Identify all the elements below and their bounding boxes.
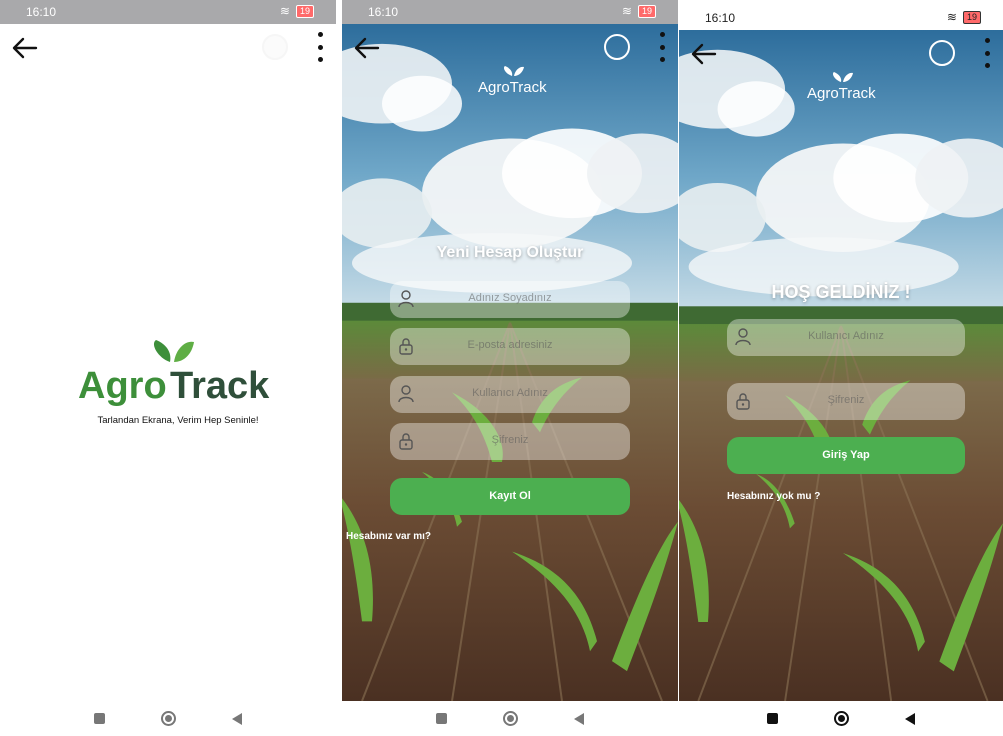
svg-text:AgroTrack: AgroTrack [478,79,547,96]
wifi-icon: ≋ [621,4,632,18]
username-input[interactable]: Kullanıcı Adınız [727,319,965,356]
page-title: HOŞ GELDİNİZ ! [771,282,911,302]
top-app-bar [342,26,678,70]
battery-icon: 19 [962,10,981,24]
field-background-image [679,30,1003,701]
top-app-bar [0,26,336,70]
battery-icon: 19 [637,4,656,18]
password-placeholder: Şifreniz [827,394,865,406]
password-placeholder: Şifreniz [491,434,529,446]
agrotrack-logo: AgroTrack [478,66,547,96]
register-screen: 16:10 ≋ 19 AgroTrack Yeni Hesap Oluştur … [342,0,678,736]
username-placeholder: Kullanıcı Adınız [472,387,548,399]
username-placeholder: Kullanıcı Adınız [808,330,884,342]
screenshot-stage: 16:10 ≋ 19 Agro Track Tarlandan Ekrana, … [0,0,1003,736]
status-icons: ≋ 19 [280,4,314,18]
status-icons: ≋ 19 [947,10,981,24]
top-app-bar [679,32,1003,76]
password-input[interactable]: Şifreniz [390,423,630,460]
status-time: 16:10 [26,5,57,19]
home-icon[interactable] [834,711,849,726]
more-options-icon[interactable] [316,32,324,62]
system-nav-bar [0,701,336,736]
recents-icon[interactable] [767,713,778,724]
agrotrack-logo: Agro Track [78,340,270,407]
login-screen: 16:10 ≋ 19 AgroTrack HOŞ GELDİNİZ ! Kull… [679,0,1003,736]
back-arrow-icon[interactable] [352,34,382,62]
nav-back-icon[interactable] [232,712,242,725]
status-bar: 16:10 ≋ 19 [679,6,1003,30]
wifi-icon: ≋ [946,10,957,24]
login-button[interactable]: Giriş Yap [727,437,965,474]
signup-link[interactable]: Hesabınız yok mu ? [727,491,820,502]
wifi-icon: ≋ [279,4,290,18]
agrotrack-logo: AgroTrack [807,72,876,102]
circle-action-button[interactable] [262,34,288,60]
status-bar: 16:10 ≋ 19 [342,0,678,24]
more-options-icon[interactable] [658,32,666,62]
page-title: Yeni Hesap Oluştur [436,244,584,261]
back-arrow-icon[interactable] [689,40,719,68]
recents-icon[interactable] [94,713,105,724]
tagline: Tarlandan Ekrana, Verim Hep Seninle! [97,415,259,426]
svg-text:Agro: Agro [78,365,167,407]
system-nav-bar [342,701,678,736]
home-icon[interactable] [161,711,176,726]
full-name-input[interactable]: Adınız Soyadınız [390,281,630,318]
more-options-icon[interactable] [983,38,991,68]
status-icons: ≋ 19 [622,4,656,18]
email-placeholder: E-posta adresiniz [467,339,553,351]
email-input[interactable]: E-posta adresiniz [390,328,630,365]
register-button[interactable]: Kayıt Ol [390,478,630,515]
full-name-placeholder: Adınız Soyadınız [468,292,552,304]
nav-back-icon[interactable] [905,712,915,725]
status-time: 16:10 [705,11,736,25]
system-nav-bar [679,701,1003,736]
login-link[interactable]: Hesabınız var mı? [346,531,431,542]
circle-action-button[interactable] [604,34,630,60]
username-input[interactable]: Kullanıcı Adınız [390,376,630,413]
recents-icon[interactable] [436,713,447,724]
home-icon[interactable] [503,711,518,726]
password-input[interactable]: Şifreniz [727,383,965,420]
back-arrow-icon[interactable] [10,34,40,62]
splash-screen: 16:10 ≋ 19 Agro Track Tarlandan Ekrana, … [0,0,336,736]
svg-text:Track: Track [170,365,270,407]
nav-back-icon[interactable] [574,712,584,725]
status-time: 16:10 [368,5,399,19]
battery-icon: 19 [295,4,314,18]
circle-action-button[interactable] [929,40,955,66]
svg-text:AgroTrack: AgroTrack [807,85,876,102]
status-bar: 16:10 ≋ 19 [0,0,336,24]
